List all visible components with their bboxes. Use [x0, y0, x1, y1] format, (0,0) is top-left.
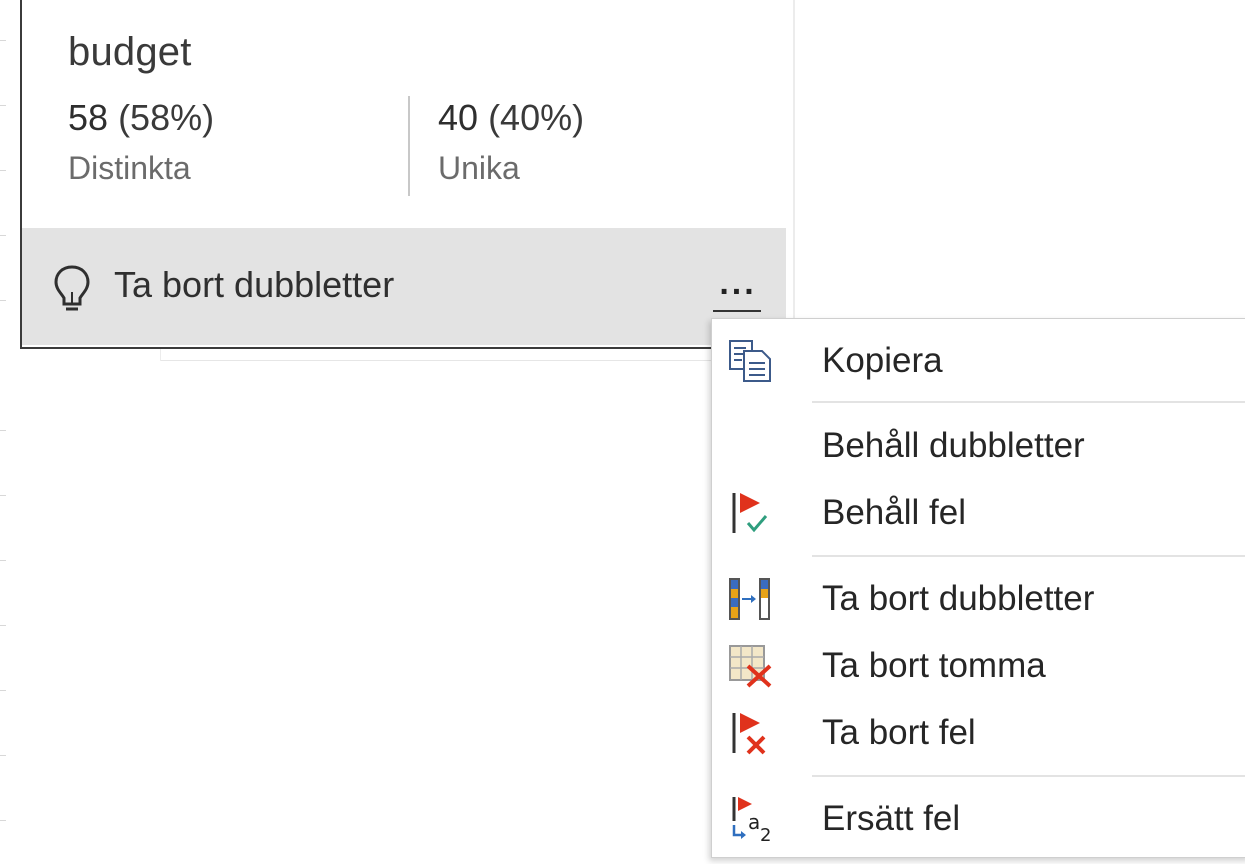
grid-tick: [0, 40, 6, 41]
grid-tick: [0, 170, 6, 171]
menu-item-remove-empty[interactable]: Ta bort tomma: [712, 634, 1245, 696]
grid-tick: [0, 300, 6, 301]
grid-tick: [0, 820, 6, 821]
column-name: budget: [68, 30, 192, 74]
grid-tick: [0, 690, 6, 691]
grid-tick: [0, 105, 6, 106]
menu-item-remove-duplicates[interactable]: Ta bort dubbletter: [712, 567, 1245, 629]
menu-separator: [812, 555, 1245, 557]
menu-item-copy[interactable]: Kopiera: [712, 329, 1245, 391]
grid-line: [160, 360, 711, 361]
unique-stat: 40 (40%) Unika: [438, 96, 584, 190]
menu-separator: [812, 775, 1245, 777]
lightbulb-icon: [52, 264, 92, 314]
grid-tick: [0, 755, 6, 756]
svg-text:a: a: [748, 810, 760, 834]
menu-item-replace-errors[interactable]: a 2 Ersätt fel: [712, 787, 1245, 849]
menu-item-label: Ta bort tomma: [822, 646, 1046, 685]
menu-item-label: Ta bort dubbletter: [822, 579, 1095, 618]
remove-errors-icon: [726, 709, 776, 757]
remove-empty-icon: [726, 642, 776, 690]
svg-text:2: 2: [760, 825, 771, 843]
menu-item-label: Behåll fel: [822, 493, 966, 532]
menu-separator: [812, 401, 1245, 403]
grid-tick: [0, 625, 6, 626]
menu-item-keep-errors[interactable]: Behåll fel: [712, 481, 1245, 543]
column-profile-card: budget 58 (58%) Distinkta 40 (40%) Unika…: [20, 0, 786, 349]
grid-tick: [0, 495, 6, 496]
context-menu: Kopiera Behåll dubbletter Behåll fel Ta …: [711, 318, 1245, 858]
grid-line: [160, 349, 161, 361]
unique-value: 40 (40%): [438, 97, 585, 138]
grid-tick: [0, 430, 6, 431]
distinct-stat: 58 (58%) Distinkta: [68, 96, 214, 190]
replace-errors-icon: a 2: [726, 795, 776, 846]
menu-item-label: Kopiera: [822, 341, 943, 380]
menu-item-remove-errors[interactable]: Ta bort fel: [712, 701, 1245, 763]
copy-icon: [726, 337, 776, 385]
grid-tick: [0, 235, 6, 236]
menu-item-label: Ersätt fel: [822, 799, 961, 838]
screen: budget 58 (58%) Distinkta 40 (40%) Unika…: [0, 0, 1245, 864]
distinct-value: 58 (58%): [68, 97, 215, 138]
grid-line: [793, 0, 795, 318]
more-options-underline: [713, 310, 761, 312]
menu-item-label: Ta bort fel: [822, 713, 976, 752]
unique-label: Unika: [438, 150, 520, 186]
menu-item-keep-duplicates[interactable]: Behåll dubbletter: [712, 414, 1245, 476]
distinct-label: Distinkta: [68, 150, 191, 186]
stat-divider: [408, 96, 410, 196]
grid-tick: [0, 560, 6, 561]
more-options-button[interactable]: ...: [710, 266, 766, 306]
menu-item-label: Behåll dubbletter: [822, 426, 1085, 465]
keep-errors-icon: [726, 489, 776, 537]
remove-duplicates-icon: [726, 575, 776, 623]
remove-duplicates-action[interactable]: Ta bort dubbletter ...: [22, 228, 786, 345]
action-label: Ta bort dubbletter: [114, 264, 395, 305]
